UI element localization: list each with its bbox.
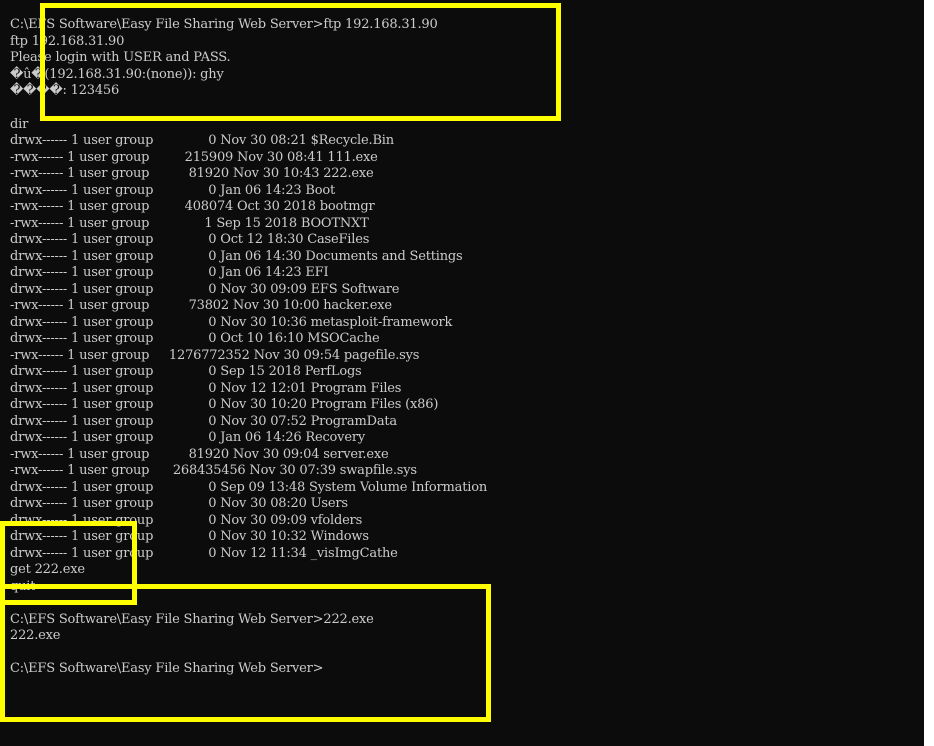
terminal-line: drwx------ 1 user group 0 Jan 06 14:23 B…	[10, 183, 336, 198]
terminal-line: 222.exe	[10, 628, 61, 643]
terminal-line: quit	[10, 579, 36, 594]
terminal-line: drwx------ 1 user group 0 Nov 30 09:09 v…	[10, 513, 363, 528]
terminal-line: drwx------ 1 user group 0 Nov 30 10:20 P…	[10, 397, 439, 412]
terminal-line: drwx------ 1 user group 0 Nov 30 09:09 E…	[10, 282, 400, 297]
terminal-line: drwx------ 1 user group 0 Nov 12 11:34 _…	[10, 546, 398, 561]
terminal-line: ����: 123456	[10, 83, 120, 98]
terminal-line: C:\EFS Software\Easy File Sharing Web Se…	[10, 612, 374, 627]
terminal-line: drwx------ 1 user group 0 Jan 06 14:30 D…	[10, 249, 463, 264]
terminal-line: -rwx------ 1 user group 1 Sep 15 2018 BO…	[10, 216, 369, 231]
terminal-line: -rwx------ 1 user group 408074 Oct 30 20…	[10, 199, 375, 214]
terminal-line: -rwx------ 1 user group 73802 Nov 30 10:…	[10, 298, 392, 313]
terminal-line: drwx------ 1 user group 0 Nov 30 10:32 W…	[10, 529, 369, 544]
terminal-line: get 222.exe	[10, 562, 85, 577]
terminal-line: dir	[10, 117, 29, 132]
terminal-line: drwx------ 1 user group 0 Nov 30 10:36 m…	[10, 315, 453, 330]
terminal-line: C:\EFS Software\Easy File Sharing Web Se…	[10, 17, 438, 32]
terminal-line: drwx------ 1 user group 0 Jan 06 14:26 R…	[10, 430, 365, 445]
terminal-line: drwx------ 1 user group 0 Sep 09 13:48 S…	[10, 480, 488, 495]
terminal-line: -rwx------ 1 user group 81920 Nov 30 09:…	[10, 447, 389, 462]
terminal-line: drwx------ 1 user group 0 Oct 12 18:30 C…	[10, 232, 370, 247]
terminal-line: drwx------ 1 user group 0 Jan 06 14:23 E…	[10, 265, 329, 280]
terminal-line: �û�(192.168.31.90:(none)): ghy	[10, 67, 224, 82]
terminal-line: ftp 192.168.31.90	[10, 34, 125, 49]
terminal-line: -rwx------ 1 user group 268435456 Nov 30…	[10, 463, 417, 478]
terminal-line: -rwx------ 1 user group 81920 Nov 30 10:…	[10, 166, 374, 181]
console-window[interactable]: C:\EFS Software\Easy File Sharing Web Se…	[0, 0, 924, 746]
terminal-line: drwx------ 1 user group 0 Nov 30 08:21 $…	[10, 133, 394, 148]
terminal-line: drwx------ 1 user group 0 Nov 30 07:52 P…	[10, 414, 397, 429]
terminal-line: C:\EFS Software\Easy File Sharing Web Se…	[10, 661, 324, 676]
terminal-line: -rwx------ 1 user group 215909 Nov 30 08…	[10, 150, 378, 165]
terminal-line: drwx------ 1 user group 0 Oct 10 16:10 M…	[10, 331, 380, 346]
terminal-line: drwx------ 1 user group 0 Nov 12 12:01 P…	[10, 381, 402, 396]
terminal-line: Please login with USER and PASS.	[10, 50, 231, 65]
terminal-line: drwx------ 1 user group 0 Nov 30 08:20 U…	[10, 496, 348, 511]
terminal-line: -rwx------ 1 user group 1276772352 Nov 3…	[10, 348, 420, 363]
window-edge	[924, 0, 934, 746]
terminal-line: drwx------ 1 user group 0 Sep 15 2018 Pe…	[10, 364, 362, 379]
